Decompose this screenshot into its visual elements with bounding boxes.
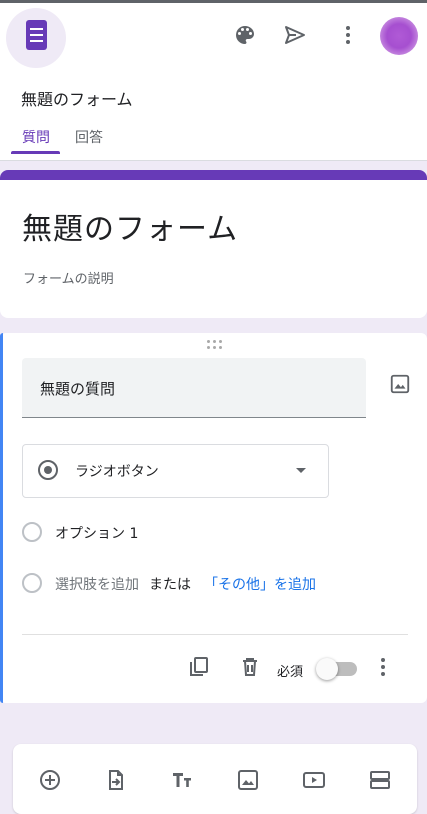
question-title-text[interactable]: 無題の質問: [40, 378, 115, 399]
tab-questions[interactable]: 質問: [22, 127, 50, 147]
question-type-label: ラジオボタン: [75, 464, 159, 480]
send-icon[interactable]: [277, 17, 313, 53]
question-type-dropdown[interactable]: [22, 444, 329, 498]
active-card-indicator: [0, 333, 3, 703]
add-video-icon[interactable]: [299, 765, 329, 795]
add-option-radio-icon: [22, 573, 42, 593]
card-footer-divider: [22, 634, 408, 635]
required-label: 必須: [277, 665, 304, 680]
add-question-icon[interactable]: [35, 765, 65, 795]
tab-responses[interactable]: 回答: [75, 127, 103, 147]
palette-icon[interactable]: [227, 17, 263, 53]
add-section-icon[interactable]: [365, 765, 395, 795]
option-radio-icon: [22, 522, 42, 542]
form-description-field[interactable]: フォームの説明: [23, 268, 114, 287]
drag-handle-icon[interactable]: [207, 340, 225, 352]
required-toggle-thumb[interactable]: [316, 658, 338, 680]
import-questions-icon[interactable]: [101, 765, 131, 795]
document-title[interactable]: 無題のフォーム: [21, 86, 133, 110]
active-tab-indicator: [11, 151, 60, 154]
chevron-down-icon: [296, 468, 306, 473]
add-image-toolbar-icon[interactable]: [233, 765, 263, 795]
delete-icon[interactable]: [232, 649, 268, 685]
duplicate-icon[interactable]: [181, 649, 217, 685]
theme-accent-bar: [0, 170, 427, 180]
floating-toolbar: [13, 744, 417, 814]
avatar[interactable]: [380, 17, 418, 55]
radio-button-type-icon: [38, 460, 58, 480]
add-option-link[interactable]: 選択肢を追加: [55, 574, 139, 594]
question-more-icon[interactable]: [365, 649, 401, 685]
forms-logo-icon[interactable]: [6, 8, 66, 68]
add-image-icon[interactable]: [382, 366, 418, 402]
option-1-text[interactable]: オプション 1: [55, 523, 138, 543]
more-vert-icon[interactable]: [330, 17, 366, 53]
form-title[interactable]: 無題のフォーム: [22, 204, 238, 248]
add-other-link[interactable]: 「その他」を追加: [204, 574, 316, 594]
add-title-icon[interactable]: [167, 765, 197, 795]
or-label: または: [149, 577, 191, 593]
